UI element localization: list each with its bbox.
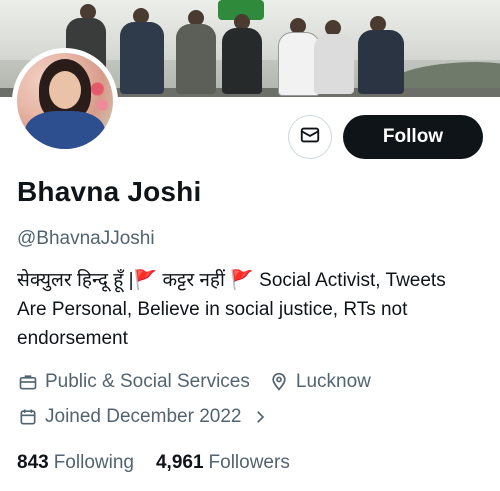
- envelope-icon: [299, 124, 321, 151]
- followers-count: 4,961: [155, 452, 204, 473]
- profile-joined: Joined December 2022: [45, 406, 242, 427]
- banner-person: [314, 34, 354, 94]
- banner-person: [358, 30, 404, 94]
- profile-joined-row[interactable]: Joined December 2022: [17, 406, 277, 428]
- calendar-icon: [17, 406, 39, 428]
- profile-meta-row: Public & Social Services Lucknow: [17, 371, 371, 393]
- location-pin-icon: [268, 371, 290, 393]
- briefcase-icon: [17, 371, 39, 393]
- following-link[interactable]: 843 Following: [17, 452, 134, 474]
- profile-name: Bhavna Joshi: [17, 176, 202, 207]
- banner-person: [120, 22, 164, 94]
- message-button[interactable]: [288, 115, 332, 159]
- profile-category: Public & Social Services: [45, 371, 250, 392]
- following-count: 843: [17, 452, 49, 473]
- chevron-right-icon[interactable]: [249, 406, 271, 428]
- banner-person: [222, 28, 262, 94]
- followers-link[interactable]: 4,961 Followers: [156, 452, 290, 474]
- following-label: Following: [53, 452, 134, 473]
- followers-label: Followers: [208, 452, 290, 473]
- avatar-body: [25, 111, 105, 149]
- avatar-face: [49, 71, 81, 109]
- banner-person: [176, 24, 216, 94]
- avatar[interactable]: [17, 53, 113, 149]
- profile-location: Lucknow: [295, 371, 371, 392]
- profile-handle: @BhavnaJJoshi: [17, 228, 155, 249]
- profile-bio: सेक्युलर हिन्दू हूँ |🚩 कट्टर नहीं 🚩 Soci…: [17, 270, 446, 349]
- follow-button[interactable]: Follow: [343, 115, 483, 159]
- profile-stats: 843 Following 4,961 Followers: [17, 452, 312, 474]
